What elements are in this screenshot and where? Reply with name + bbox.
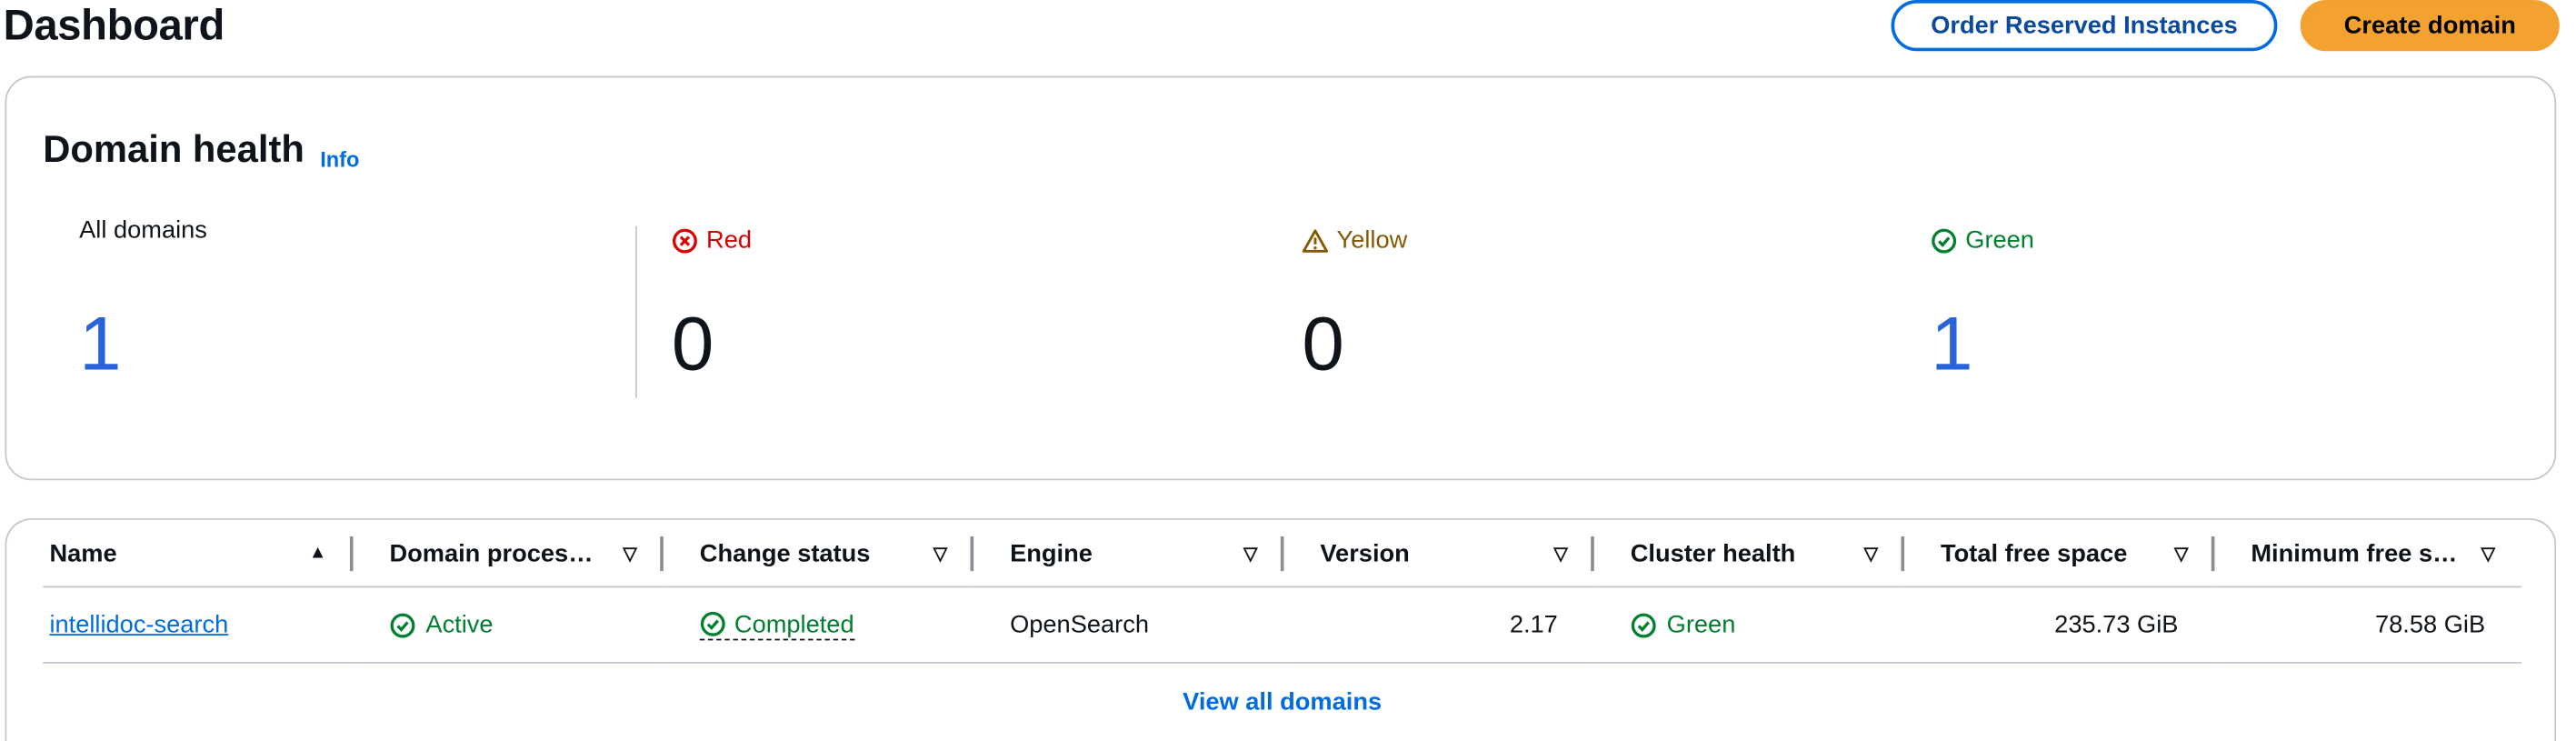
cell-domain-processing: Active: [353, 586, 664, 664]
view-all-domains-link[interactable]: View all domains: [6, 688, 2558, 716]
domain-health-title: Domain health: [43, 126, 305, 170]
cell-cluster-health: Green: [1593, 586, 1905, 664]
sort-icon[interactable]: ▽: [1553, 542, 1567, 564]
column-header-name[interactable]: Name ▲: [43, 519, 354, 588]
change-status-popover[interactable]: Completed: [699, 610, 854, 640]
cell-version: 2.17: [1283, 586, 1594, 664]
sort-icon[interactable]: ▽: [934, 542, 947, 564]
page-title: Dashboard: [3, 0, 225, 50]
table-row: intellidoc-search Active Completed OpenS…: [43, 586, 2522, 664]
column-header-version[interactable]: Version ▽: [1283, 519, 1594, 588]
sort-icon[interactable]: ▽: [2481, 542, 2495, 564]
cell-name: intellidoc-search: [43, 586, 354, 664]
domain-name-link[interactable]: intellidoc-search: [49, 611, 228, 639]
column-header-total-free-space[interactable]: Total free space ▽: [1904, 519, 2215, 588]
check-circle-icon: [1932, 227, 1957, 253]
check-circle-icon: [390, 612, 415, 637]
domains-table: Name ▲ Domain proces… ▽ Change status ▽ Eng…: [43, 519, 2522, 664]
stat-value-all-domains[interactable]: 1: [79, 305, 121, 382]
column-header-cluster-health[interactable]: Cluster health ▽: [1593, 519, 1905, 588]
create-domain-button[interactable]: Create domain: [2300, 0, 2560, 52]
stat-label-red: Red: [672, 226, 752, 255]
stat-label-yellow: Yellow: [1302, 226, 1407, 255]
check-circle-icon: [1631, 612, 1656, 637]
sort-ascending-icon[interactable]: ▲: [309, 543, 327, 563]
cell-total-free-space: 235.73 GiB: [1904, 586, 2215, 664]
processing-status: Active: [425, 610, 494, 639]
table-header-row: Name ▲ Domain proces… ▽ Change status ▽ Eng…: [43, 519, 2522, 588]
cell-minimum-free-space: 78.58 GiB: [2214, 586, 2522, 664]
stat-label-all-domains: All domains: [79, 215, 207, 245]
column-header-change-status[interactable]: Change status ▽: [663, 519, 974, 588]
info-link[interactable]: Info: [320, 147, 359, 172]
domains-table-card: Name ▲ Domain proces… ▽ Change status ▽ Eng…: [5, 518, 2558, 741]
cell-engine: OpenSearch: [973, 586, 1284, 664]
order-reserved-instances-button[interactable]: Order Reserved Instances: [1891, 0, 2278, 52]
sort-icon[interactable]: ▽: [623, 542, 636, 564]
sort-icon[interactable]: ▽: [2174, 542, 2188, 564]
stat-value-yellow: 0: [1302, 300, 1344, 386]
cell-change-status: Completed: [663, 586, 974, 664]
stat-divider: [634, 225, 637, 398]
domain-health-card: Domain health Info All domains 1 Red 0 Y…: [5, 75, 2557, 481]
stat-label-green: Green: [1931, 226, 2034, 255]
stat-value-green[interactable]: 1: [1931, 305, 1972, 382]
column-header-minimum-free-space[interactable]: Minimum free s… ▽: [2214, 519, 2522, 588]
column-header-domain-processing[interactable]: Domain proces… ▽: [353, 519, 664, 588]
warning-triangle-icon: [1302, 228, 1329, 252]
sort-icon[interactable]: ▽: [1864, 542, 1878, 564]
column-header-engine[interactable]: Engine ▽: [973, 519, 1284, 588]
check-circle-icon: [700, 611, 725, 636]
stat-value-red: 0: [671, 300, 714, 386]
error-circle-icon: [672, 227, 697, 253]
page-header: Dashboard Order Reserved Instances Creat…: [0, 0, 2576, 56]
sort-icon[interactable]: ▽: [1243, 542, 1257, 564]
